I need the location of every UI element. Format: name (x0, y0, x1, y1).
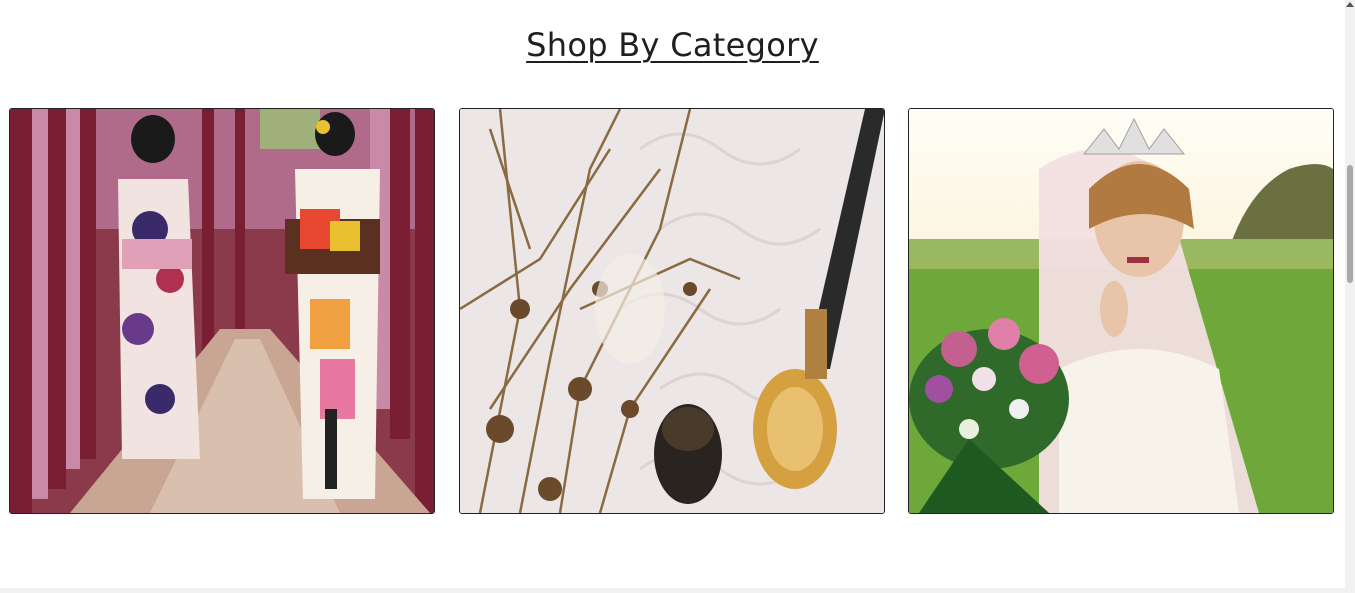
category-card-bridal[interactable] (908, 108, 1334, 514)
section-title: Shop By Category (0, 26, 1345, 64)
bridal-image (909, 109, 1333, 513)
category-card-kimono[interactable] (9, 108, 435, 514)
category-section: Shop By Category (0, 0, 1345, 593)
footer-strip (0, 588, 1345, 593)
vertical-scrollbar[interactable] (1345, 0, 1355, 593)
scroll-thumb[interactable] (1347, 165, 1353, 283)
scroll-up-arrow-icon[interactable] (1346, 2, 1354, 7)
incense-image (460, 109, 884, 513)
category-card-incense[interactable] (459, 108, 885, 514)
section-title-text: Shop By Category (526, 26, 819, 64)
kimono-image (10, 109, 434, 513)
